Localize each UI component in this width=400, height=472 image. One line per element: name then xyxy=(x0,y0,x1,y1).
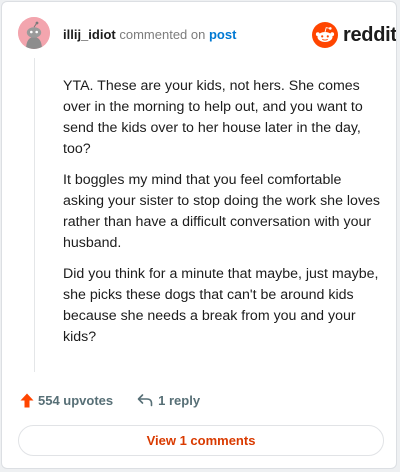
comment-paragraph: Did you think for a minute that maybe, j… xyxy=(63,266,379,345)
reddit-logo[interactable]: reddit xyxy=(312,22,397,48)
thread-line[interactable] xyxy=(34,58,35,372)
username-link[interactable]: illij_idiot xyxy=(63,27,116,42)
comment-actions: 554 upvotes 1 reply xyxy=(20,391,200,409)
comment-paragraph: It boggles my mind that you feel comfort… xyxy=(63,172,381,251)
snoo-avatar-icon xyxy=(18,17,50,49)
reply-arrow-icon xyxy=(137,394,153,407)
comment-header: illij_idiot commented on post xyxy=(63,27,236,43)
upvote-count: 554 upvotes xyxy=(38,392,114,408)
reddit-wordmark: reddit xyxy=(343,24,397,46)
post-link[interactable]: post xyxy=(209,27,236,42)
view-comments-button[interactable]: View 1 comments xyxy=(18,425,384,456)
upvote-arrow-icon xyxy=(20,393,34,407)
upvote-button[interactable]: 554 upvotes xyxy=(20,393,113,408)
action-text: commented on xyxy=(119,27,206,42)
reply-button[interactable]: 1 reply xyxy=(137,393,200,408)
reddit-snoo-icon xyxy=(312,22,338,48)
comment-paragraph: YTA. These are your kids, not hers. She … xyxy=(63,78,363,157)
reply-count: 1 reply xyxy=(158,392,201,408)
user-avatar[interactable] xyxy=(18,17,50,49)
comment-card: illij_idiot commented on post reddit YTA… xyxy=(1,1,397,469)
comment-body: YTA. These are your kids, not hers. She … xyxy=(63,76,381,358)
